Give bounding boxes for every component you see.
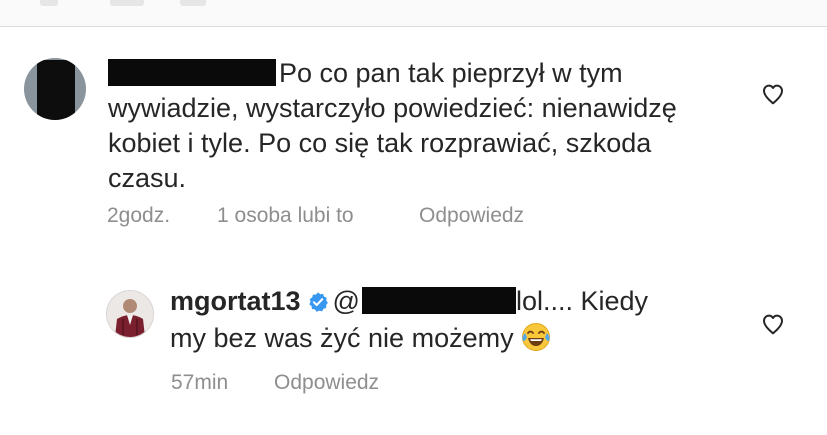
comment-timestamp: 2godz. bbox=[107, 204, 171, 227]
comment-body: Po co pan tak pieprzył w tym wywiadzie, … bbox=[108, 56, 728, 196]
avatar-redaction bbox=[37, 60, 75, 120]
reply-text-line2: my bez was żyć nie możemy bbox=[170, 323, 514, 353]
mention-prefix[interactable]: @ bbox=[333, 286, 360, 316]
reply-username[interactable]: mgortat13 bbox=[170, 286, 301, 316]
reply-button[interactable]: Odpowiedz bbox=[274, 371, 379, 395]
avatar[interactable] bbox=[106, 290, 154, 338]
reply-body-line1: mgortat13 @ lol.... Kiedy bbox=[170, 284, 648, 319]
verified-badge-icon bbox=[308, 292, 328, 312]
heart-outline-icon[interactable] bbox=[761, 312, 785, 336]
likes-count-link[interactable]: 1 osoba lubi to bbox=[217, 204, 354, 228]
mention-redaction bbox=[361, 287, 516, 314]
previous-text-edge bbox=[180, 0, 206, 6]
reply-timestamp: 57min bbox=[171, 371, 229, 394]
previous-icon-edge bbox=[40, 0, 58, 6]
username-redaction bbox=[108, 59, 276, 86]
tears-of-joy-emoji bbox=[521, 323, 550, 351]
avatar-photo bbox=[107, 291, 153, 337]
previous-comment-edge bbox=[0, 0, 827, 27]
heart-outline-icon[interactable] bbox=[761, 82, 785, 106]
reply-body-line2: my bez was żyć nie możemy bbox=[170, 321, 552, 356]
previous-text-edge bbox=[110, 0, 144, 6]
reply-text-line1: lol.... Kiedy bbox=[515, 286, 649, 316]
reply-button[interactable]: Odpowiedz bbox=[419, 204, 524, 228]
avatar[interactable] bbox=[24, 58, 86, 120]
